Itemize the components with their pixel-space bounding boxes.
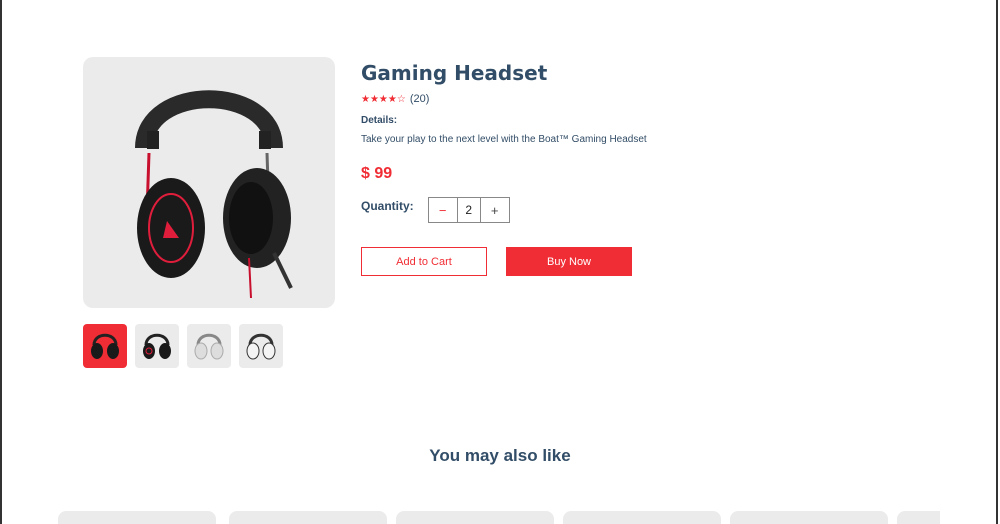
headset-thumb-icon <box>143 333 171 359</box>
related-product-card[interactable] <box>58 511 216 524</box>
quantity-value: 2 <box>456 198 481 222</box>
thumbnail-4[interactable] <box>239 324 283 368</box>
product-info: Gaming Headset ★★★★☆ (20) Details: Take … <box>361 61 861 276</box>
related-product-card[interactable] <box>229 511 387 524</box>
headset-image <box>135 89 293 298</box>
product-title: Gaming Headset <box>361 61 548 85</box>
headset-thumb-icon <box>91 333 119 359</box>
details-text: Take your play to the next level with th… <box>361 134 647 145</box>
quantity-row: Quantity: − 2 + <box>361 197 861 223</box>
rating: ★★★★☆ (20) <box>361 93 861 105</box>
related-section-title: You may also like <box>429 446 571 465</box>
thumbnail-1[interactable] <box>83 324 127 368</box>
related-product-card[interactable] <box>563 511 721 524</box>
product-main-image <box>83 57 335 308</box>
related-products-carousel <box>58 511 940 524</box>
star-rating-icon: ★★★★☆ <box>361 93 406 105</box>
thumbnail-3[interactable] <box>187 324 231 368</box>
related-product-card[interactable] <box>730 511 888 524</box>
thumbnail-2[interactable] <box>135 324 179 368</box>
related-product-card[interactable] <box>897 511 940 524</box>
related-product-card[interactable] <box>396 511 554 524</box>
thumbnail-list <box>83 324 283 368</box>
price: $ 99 <box>361 165 393 182</box>
quantity-label: Quantity: <box>361 199 414 213</box>
headset-thumb-icon <box>246 333 276 360</box>
decrease-quantity-button[interactable]: − <box>429 198 457 222</box>
headset-thumb-icon <box>194 333 224 360</box>
review-count: (20) <box>409 93 430 105</box>
increase-quantity-button[interactable]: + <box>481 198 509 222</box>
details-label: Details: <box>361 115 398 126</box>
action-buttons: Add to Cart Buy Now <box>361 247 861 276</box>
add-to-cart-button[interactable]: Add to Cart <box>361 247 487 276</box>
quantity-stepper: − 2 + <box>427 197 510 223</box>
buy-now-button[interactable]: Buy Now <box>506 247 632 276</box>
